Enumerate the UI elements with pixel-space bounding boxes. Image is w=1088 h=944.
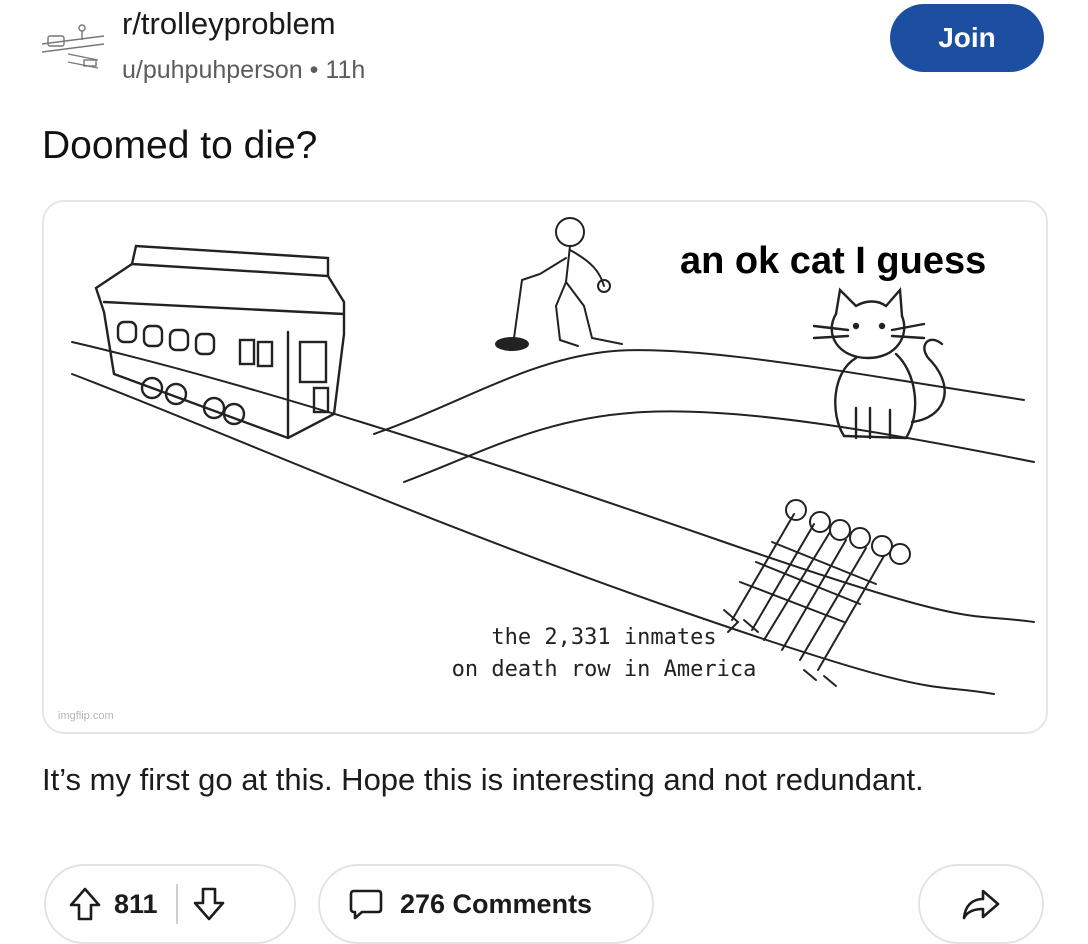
post-image[interactable]: an ok cat I guess the 2,331 inmates on d… xyxy=(42,200,1048,734)
main-track-rail xyxy=(71,341,1035,623)
vote-count: 811 xyxy=(114,888,158,919)
upvote-icon xyxy=(69,887,101,921)
downvote-icon xyxy=(193,887,224,921)
post-action-bar: 811 276 Comments xyxy=(0,860,1088,944)
downvote-button[interactable] xyxy=(192,886,226,922)
comment-icon-wrap xyxy=(348,887,384,921)
branch-track-rail xyxy=(373,349,1025,435)
share-button[interactable] xyxy=(918,864,1044,944)
subreddit-name[interactable]: r/trolleyproblem xyxy=(122,6,336,42)
cat-drawing xyxy=(812,287,946,440)
post-meta: u/puhpuhperson • 11h xyxy=(122,56,365,85)
inmates-caption: the 2,331 inmates on death row in Americ… xyxy=(374,622,834,686)
share-icon xyxy=(962,889,1000,920)
author-link[interactable]: u/puhpuhperson xyxy=(122,56,303,84)
vote-divider xyxy=(175,884,178,924)
vote-control: 811 xyxy=(44,864,296,944)
lever-person-drawing xyxy=(495,217,623,351)
post-header: r/trolleyproblem u/puhpuhperson • 11h Jo… xyxy=(0,0,1088,100)
meta-separator: • xyxy=(309,56,319,84)
imgflip-watermark: imgflip.com xyxy=(58,710,114,722)
upvote-button[interactable] xyxy=(68,886,102,922)
post-title[interactable]: Doomed to die? xyxy=(42,124,317,168)
join-button[interactable]: Join xyxy=(890,4,1044,72)
comment-icon xyxy=(349,889,383,920)
post-body-text: It’s my first go at this. Hope this is i… xyxy=(42,762,924,797)
comments-count: 276 Comments xyxy=(400,888,593,919)
trolley-drawing xyxy=(94,244,346,440)
comments-button[interactable]: 276 Comments xyxy=(318,864,654,944)
inmates-caption-line: the 2,331 inmates xyxy=(491,625,717,650)
cat-caption: an ok cat I guess xyxy=(680,240,987,282)
subreddit-avatar[interactable] xyxy=(38,14,110,76)
inmates-caption-line: on death row in America xyxy=(451,657,757,682)
post-age: 11h xyxy=(325,56,366,84)
branch-track-rail xyxy=(403,410,1035,483)
